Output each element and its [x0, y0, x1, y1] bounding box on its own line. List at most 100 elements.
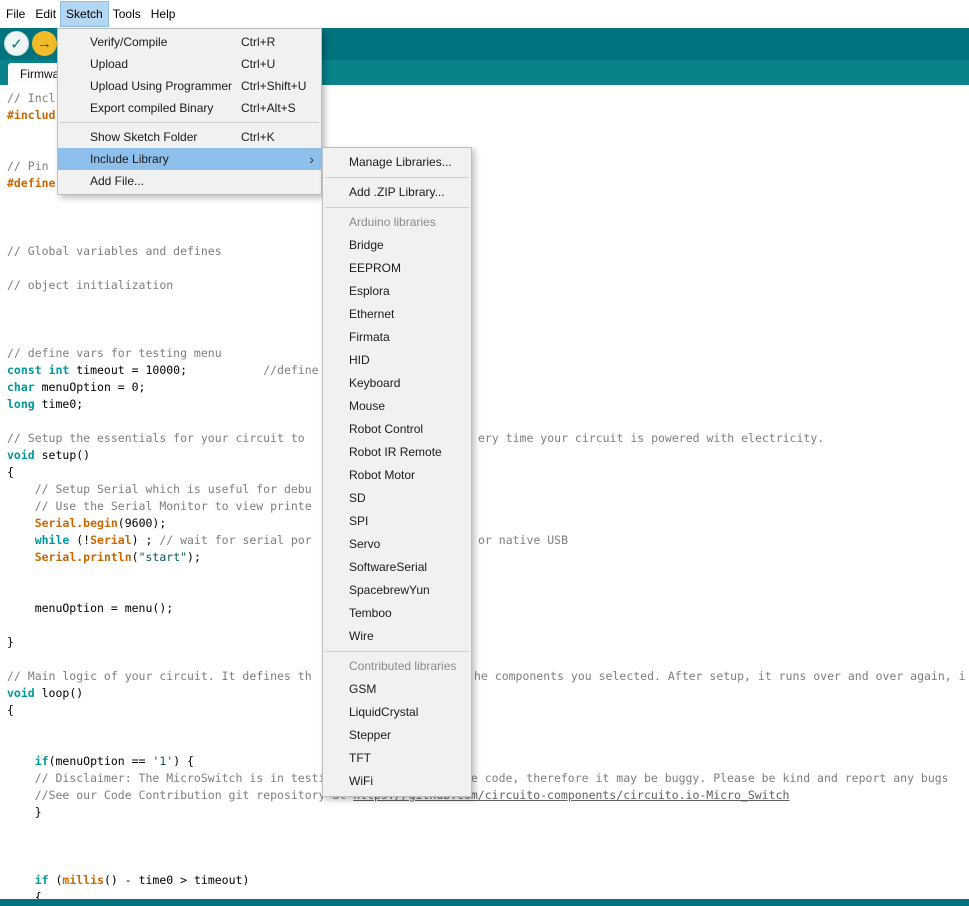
code-text: // Main logic of your circuit. It define…: [7, 669, 312, 683]
menu-item-verify-compile[interactable]: Verify/CompileCtrl+R: [58, 31, 321, 53]
submenu-item-eeprom[interactable]: EEPROM: [323, 257, 471, 280]
submenu-item-spi[interactable]: SPI: [323, 510, 471, 533]
menu-item-label: Keyboard: [349, 376, 400, 390]
submenu-item-stepper[interactable]: Stepper: [323, 724, 471, 747]
code-text: }: [7, 805, 42, 819]
status-bar: [0, 899, 969, 906]
code-line: [0, 226, 969, 243]
code-text: setup(): [35, 448, 90, 462]
code-text: {: [7, 465, 14, 479]
menubar-item-tools[interactable]: Tools: [108, 2, 146, 26]
code-text: he components you selected. After setup,…: [474, 668, 966, 685]
submenu-item-keyboard[interactable]: Keyboard: [323, 372, 471, 395]
code-line: [0, 566, 969, 583]
menu-item-add-file[interactable]: Add File...: [58, 170, 321, 192]
submenu-item-wifi[interactable]: WiFi: [323, 770, 471, 793]
menu-item-label: Robot Motor: [349, 468, 415, 482]
arrow-right-icon: →: [37, 35, 52, 52]
code-text: loop(): [35, 686, 83, 700]
menubar-item-sketch[interactable]: Sketch: [61, 2, 108, 26]
menu-item-export-compiled-binary[interactable]: Export compiled BinaryCtrl+Alt+S: [58, 97, 321, 119]
submenu-item-hid[interactable]: HID: [323, 349, 471, 372]
verify-button[interactable]: ✓: [4, 31, 29, 56]
code-text: (!: [69, 533, 90, 547]
code-text: //See our Code Contribution git reposito…: [7, 788, 353, 802]
menu-separator: [325, 177, 469, 178]
menu-item-upload-using-programmer[interactable]: Upload Using ProgrammerCtrl+Shift+U: [58, 75, 321, 97]
code-text: char: [7, 380, 35, 394]
code-text: (: [49, 873, 63, 887]
code-line: [0, 821, 969, 838]
code-text: millis: [62, 873, 104, 887]
code-text: // object initialization: [7, 278, 173, 292]
code-line: [0, 617, 969, 634]
code-line: }: [0, 634, 969, 651]
submenu-item-wire[interactable]: Wire: [323, 625, 471, 648]
submenu-item-softwareserial[interactable]: SoftwareSerial: [323, 556, 471, 579]
code-text: ) {: [173, 754, 194, 768]
upload-button[interactable]: →: [32, 31, 57, 56]
menu-item-label: TFT: [349, 751, 371, 765]
submenu-item-robot-motor[interactable]: Robot Motor: [323, 464, 471, 487]
code-line: {: [0, 889, 969, 899]
menu-item-label: Upload: [90, 57, 128, 71]
submenu-item-liquidcrystal[interactable]: LiquidCrystal: [323, 701, 471, 724]
code-line: void setup(): [0, 447, 969, 464]
code-text: [7, 873, 35, 887]
code-editor[interactable]: // Incl#includ// Pin #define// Global va…: [0, 85, 969, 899]
code-text: "start": [139, 550, 187, 564]
code-line: // Disclaimer: The MicroSwitch is in tes…: [0, 770, 969, 787]
submenu-item-sd[interactable]: SD: [323, 487, 471, 510]
menubar-item-edit[interactable]: Edit: [30, 2, 61, 26]
submenu-item-bridge[interactable]: Bridge: [323, 234, 471, 257]
submenu-item-robot-ir-remote[interactable]: Robot IR Remote: [323, 441, 471, 464]
menu-item-show-sketch-folder[interactable]: Show Sketch FolderCtrl+K: [58, 126, 321, 148]
code-text: timeout = 10000;: [69, 363, 263, 377]
code-line: Serial.begin(9600);: [0, 515, 969, 532]
submenu-item-tft[interactable]: TFT: [323, 747, 471, 770]
code-text: ) ;: [132, 533, 160, 547]
menubar-item-help[interactable]: Help: [146, 2, 181, 26]
menu-item-label: Mouse: [349, 399, 385, 413]
code-text: void: [7, 686, 35, 700]
code-line: [0, 311, 969, 328]
menu-item-label: Temboo: [349, 606, 392, 620]
submenu-item-mouse[interactable]: Mouse: [323, 395, 471, 418]
menu-item-label: Firmata: [349, 330, 390, 344]
submenu-item-temboo[interactable]: Temboo: [323, 602, 471, 625]
code-line: {: [0, 702, 969, 719]
menu-item-upload[interactable]: UploadCtrl+U: [58, 53, 321, 75]
menu-item-include-library[interactable]: Include Library›: [58, 148, 321, 170]
menu-item-label: SD: [349, 491, 366, 505]
menu-item-label: Arduino libraries: [349, 215, 436, 229]
menu-item-label: EEPROM: [349, 261, 401, 275]
code-text: (9600);: [118, 516, 166, 530]
submenu-item-add-zip-library[interactable]: Add .ZIP Library...: [323, 181, 471, 204]
code-line: if (millis() - time0 > timeout): [0, 872, 969, 889]
code-line: [0, 209, 969, 226]
code-line: [0, 294, 969, 311]
code-text: void: [7, 448, 35, 462]
code-text: or native USB: [478, 532, 568, 549]
submenu-item-esplora[interactable]: Esplora: [323, 280, 471, 303]
submenu-item-ethernet[interactable]: Ethernet: [323, 303, 471, 326]
menu-shortcut: Ctrl+K: [241, 126, 275, 148]
submenu-item-gsm[interactable]: GSM: [323, 678, 471, 701]
submenu-item-manage-libraries[interactable]: Manage Libraries...: [323, 151, 471, 174]
submenu-item-firmata[interactable]: Firmata: [323, 326, 471, 349]
menu-item-label: Bridge: [349, 238, 384, 252]
code-text: [7, 533, 35, 547]
menu-item-label: Esplora: [349, 284, 390, 298]
code-line: char menuOption = 0;: [0, 379, 969, 396]
submenu-item-robot-control[interactable]: Robot Control: [323, 418, 471, 441]
menubar-item-file[interactable]: File: [1, 2, 30, 26]
code-text: // Incl: [7, 91, 55, 105]
submenu-item-servo[interactable]: Servo: [323, 533, 471, 556]
code-text: Serial: [90, 533, 132, 547]
code-line: {: [0, 464, 969, 481]
code-line: // Global variables and defines: [0, 243, 969, 260]
menu-item-label: HID: [349, 353, 370, 367]
submenu-item-spacebrewyun[interactable]: SpacebrewYun: [323, 579, 471, 602]
code-text: // wait for serial por: [159, 533, 311, 547]
include-library-submenu: Manage Libraries... Add .ZIP Library... Ar…: [322, 147, 472, 797]
